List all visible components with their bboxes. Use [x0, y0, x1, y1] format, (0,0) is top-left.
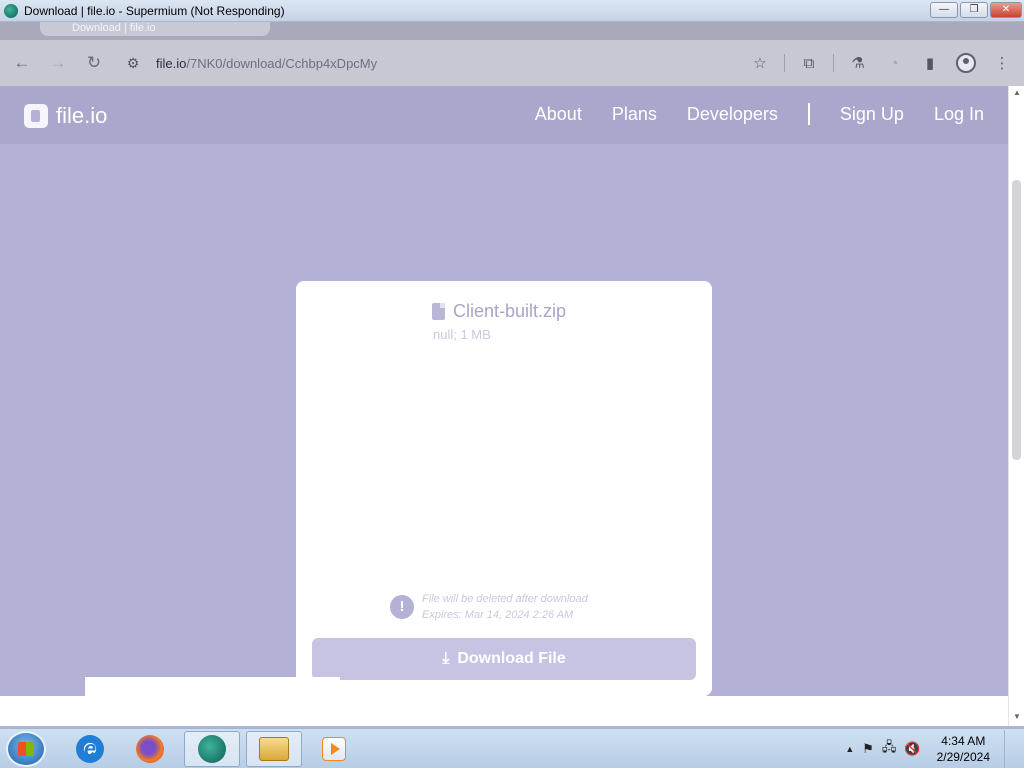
file-icon	[432, 303, 445, 320]
window-controls: — ❐ ✕	[930, 2, 1022, 18]
internet-explorer-icon: e	[76, 735, 104, 763]
nav-about-link[interactable]: About	[535, 104, 582, 125]
window-titlebar[interactable]: Download | file.io - Supermium (Not Resp…	[0, 0, 1024, 22]
reload-button[interactable]: ↻	[76, 45, 112, 81]
file-name: Client-built.zip	[453, 301, 567, 321]
start-button[interactable]	[6, 731, 46, 767]
render-artifact	[85, 677, 340, 696]
show-desktop-button[interactable]	[1004, 730, 1018, 768]
tab-strip: Download | file.io	[0, 22, 1024, 40]
nav-developers-link[interactable]: Developers	[687, 104, 778, 125]
forward-arrow-icon: →	[49, 53, 67, 72]
page-bottom-blank	[0, 696, 1008, 726]
nav-login-link[interactable]: Log In	[934, 104, 984, 125]
media-player-icon	[322, 737, 346, 761]
site-settings-icon[interactable]: ⚙	[120, 55, 146, 72]
download-icon: ⤓	[442, 650, 450, 667]
back-arrow-icon: ←	[13, 53, 31, 72]
notice-expires-text: Expires: Mar 14, 2024 2:26 AM	[422, 609, 574, 621]
reload-icon: ↻	[86, 53, 102, 72]
scroll-thumb[interactable]	[1012, 180, 1021, 460]
clock-time: 4:34 AM	[941, 734, 986, 748]
action-center-flag-icon[interactable]: ⚑	[862, 741, 874, 757]
supermium-icon	[198, 735, 226, 763]
taskbar: e ▲ ⚑ 🖧 🔇 4:34 AM 2/29/2024	[0, 728, 1024, 768]
scroll-up-arrow-icon[interactable]: ▲	[1013, 88, 1021, 97]
page-scrollbar[interactable]: ▲ ▼	[1008, 86, 1024, 726]
menu-kebab-icon[interactable]: ⋮	[986, 48, 1018, 78]
minimize-button[interactable]: —	[930, 2, 958, 18]
back-button[interactable]: ←	[4, 45, 40, 81]
expiry-notice: ! File will be deleted after download Ex…	[390, 591, 588, 623]
toolbar-separator	[784, 54, 785, 72]
clock[interactable]: 4:34 AM 2/29/2024	[937, 733, 990, 765]
nav-divider	[807, 103, 810, 125]
taskbar-explorer[interactable]	[246, 731, 302, 767]
nav-plans-link[interactable]: Plans	[612, 104, 657, 125]
toolbar-right-icons: ☆ ⧉ ⚗ ◔ ▮ ⋮	[744, 48, 1018, 78]
profile-avatar-button[interactable]	[950, 48, 982, 78]
extensions-puzzle-icon[interactable]: ⧉	[793, 48, 825, 78]
logo-text: file.io	[56, 103, 108, 128]
maximize-button[interactable]: ❐	[960, 2, 988, 18]
side-panel-icon[interactable]: ▮	[914, 48, 946, 78]
supermium-app-icon	[4, 3, 18, 18]
taskbar-media-player[interactable]	[306, 731, 362, 767]
download-card: Client-built.zip null; 1 MB ! File will …	[296, 281, 712, 696]
url-path: /7NK0/download/Cchbp4xDpcMy	[186, 55, 378, 71]
page-viewport: file.io About Plans Developers Sign Up L…	[0, 86, 1008, 696]
url-host: file.io	[156, 55, 187, 71]
file-title-row: Client-built.zip	[432, 301, 566, 322]
close-button[interactable]: ✕	[990, 2, 1022, 18]
scroll-down-arrow-icon[interactable]: ▼	[1013, 712, 1021, 721]
window-title: Download | file.io - Supermium (Not Resp…	[24, 3, 285, 18]
site-logo[interactable]: file.io	[24, 103, 107, 129]
download-file-button[interactable]: ⤓ Download File	[312, 638, 696, 680]
extension-clock-icon[interactable]: ◔	[878, 48, 910, 78]
forward-button[interactable]: →	[40, 45, 76, 81]
address-bar[interactable]: ⚙ file.io/7NK0/download/Cchbp4xDpcMy	[120, 46, 780, 80]
tray-expand-icon[interactable]: ▲	[845, 744, 854, 754]
taskbar-supermium[interactable]	[184, 731, 240, 767]
folder-icon	[259, 737, 289, 761]
bookmark-star-icon[interactable]: ☆	[744, 48, 776, 78]
download-button-label: Download File	[457, 650, 566, 667]
clock-date: 2/29/2024	[936, 750, 990, 764]
nav-signup-link[interactable]: Sign Up	[840, 104, 904, 125]
site-nav: About Plans Developers Sign Up Log In	[505, 103, 984, 125]
file-meta: null; 1 MB	[433, 327, 491, 342]
taskbar-firefox[interactable]	[122, 731, 178, 767]
toolbar-separator	[833, 54, 834, 72]
network-icon[interactable]: 🖧	[882, 738, 897, 760]
site-header: file.io About Plans Developers Sign Up L…	[0, 86, 1008, 144]
taskbar-ie[interactable]: e	[62, 731, 118, 767]
labs-flask-icon[interactable]: ⚗	[842, 48, 874, 78]
fileio-logo-icon	[24, 104, 48, 128]
notice-text: File will be deleted after download Expi…	[422, 591, 588, 623]
tab-download[interactable]: Download | file.io	[40, 22, 270, 36]
profile-avatar-icon	[956, 53, 976, 73]
firefox-icon	[136, 735, 164, 763]
system-tray: ▲ ⚑ 🖧 🔇 4:34 AM 2/29/2024	[845, 729, 1018, 768]
volume-muted-icon[interactable]: 🔇	[904, 741, 920, 757]
browser-toolbar: ← → ↻ ⚙ file.io/7NK0/download/Cchbp4xDpc…	[0, 40, 1024, 86]
notice-delete-text: File will be deleted after download	[422, 593, 588, 605]
url-text: file.io/7NK0/download/Cchbp4xDpcMy	[156, 56, 377, 71]
exclamation-icon: !	[390, 595, 414, 619]
